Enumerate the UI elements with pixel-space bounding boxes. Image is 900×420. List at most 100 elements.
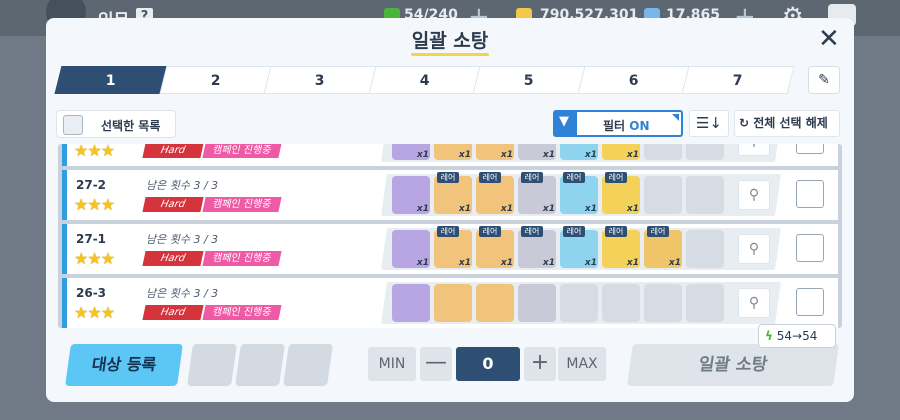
rare-badge: 레어 [437, 226, 459, 237]
selected-list-toggle[interactable]: 선택한 목록 [56, 110, 176, 138]
reward-item [476, 284, 514, 322]
max-button[interactable]: MAX [558, 347, 606, 381]
item-quantity: x1 [416, 258, 429, 268]
sort-icon[interactable]: ☰↓ [689, 110, 729, 137]
reward-item: x1 [560, 144, 598, 160]
row-checkbox[interactable] [796, 144, 824, 154]
empty-slot [644, 284, 682, 322]
difficulty-badge: Hard [142, 251, 204, 266]
target-slot[interactable] [283, 344, 333, 386]
empty-slot [644, 176, 682, 214]
row-accent [62, 144, 67, 166]
stage-id: 26-3 [76, 286, 107, 300]
stage-list[interactable]: 27-3남은 횟수 3 / 3★★★Hard캠페인 진행중⚲x1x1x1x1x1… [58, 144, 842, 328]
star-icon: ★★★ [74, 303, 115, 322]
item-quantity: x1 [542, 258, 555, 268]
reward-item [518, 284, 556, 322]
item-quantity: x1 [500, 150, 513, 160]
bulk-sweep-button[interactable]: 일괄 소탕 [627, 344, 839, 386]
item-quantity: x1 [416, 204, 429, 214]
stage-row[interactable]: 27-2 남은 횟수 3 / 3 ★★★ Hard 캠페인 진행중 ⚲ x1 레어 x1 레어 x1… [62, 170, 838, 220]
ap-cost: 54→54 [776, 329, 818, 343]
item-quantity: x1 [626, 150, 639, 160]
plus-button[interactable]: + [524, 347, 556, 381]
tab-5[interactable]: 5 [472, 66, 586, 94]
item-quantity: x1 [584, 258, 597, 268]
empty-slot [686, 230, 724, 268]
reward-item: 레어 x1 [560, 226, 598, 268]
search-icon[interactable]: ⚲ [738, 144, 770, 156]
close-icon[interactable]: ✕ [818, 24, 840, 54]
rare-badge: 레어 [563, 172, 585, 183]
row-checkbox[interactable] [796, 180, 824, 208]
stage-row[interactable]: 27-1 남은 횟수 3 / 3 ★★★ Hard 캠페인 진행중 ⚲ x1 레어 x1 레어 x1… [62, 224, 838, 274]
tab-2[interactable]: 2 [159, 66, 272, 94]
search-icon[interactable]: ⚲ [738, 234, 770, 264]
rare-badge: 레어 [521, 226, 543, 237]
reward-item: x1 [392, 230, 430, 268]
filter-state: ON [629, 119, 650, 133]
rare-badge: 레어 [605, 172, 627, 183]
stage-row[interactable]: 27-3남은 횟수 3 / 3★★★Hard캠페인 진행중⚲x1x1x1x1x1… [62, 144, 838, 166]
tab-7[interactable]: 7 [681, 66, 795, 94]
rare-badge: 레어 [479, 226, 501, 237]
stage-row[interactable]: 26-3 남은 횟수 3 / 3 ★★★ Hard 캠페인 진행중 ⚲ [62, 278, 838, 328]
register-target-button[interactable]: 대상 등록 [65, 344, 183, 386]
row-accent [62, 224, 67, 274]
checkbox-icon[interactable] [63, 115, 83, 135]
item-quantity: x1 [500, 258, 513, 268]
empty-slot [644, 144, 682, 160]
reward-item: 레어 x1 [560, 172, 598, 214]
target-slot[interactable] [235, 344, 285, 386]
row-accent [62, 278, 67, 328]
empty-slot [686, 144, 724, 160]
reward-item: x1 [392, 176, 430, 214]
status-badge: 캠페인 진행중 [202, 305, 282, 320]
min-button[interactable]: MIN [368, 347, 416, 381]
title-underline [411, 53, 489, 56]
dialog-title: 일괄 소탕 [411, 30, 489, 52]
target-slot[interactable] [187, 344, 237, 386]
star-icon: ★★★ [74, 195, 115, 214]
item-quantity: x1 [458, 150, 471, 160]
item-quantity: x1 [416, 150, 429, 160]
item-quantity: x1 [542, 150, 555, 160]
bulk-sweep-dialog: 일괄 소탕 ✕ 1 2 3 4 5 6 7 ✎ 선택한 목록 ▼ 필터 ON ☰… [46, 18, 854, 402]
difficulty-badge: Hard [142, 305, 204, 320]
minus-button[interactable]: — [420, 347, 452, 381]
star-icon: ★★★ [74, 144, 115, 160]
remaining-count: 남은 횟수 3 / 3 [146, 233, 219, 246]
tab-1[interactable]: 1 [54, 66, 168, 94]
rare-badge: 레어 [647, 226, 669, 237]
empty-slot [602, 284, 640, 322]
rare-badge: 레어 [605, 226, 627, 237]
bolt-icon: ϟ [765, 329, 773, 343]
reward-item: x1 [476, 144, 514, 160]
item-quantity: x1 [626, 258, 639, 268]
remaining-count: 남은 횟수 3 / 3 [146, 287, 219, 300]
tab-6[interactable]: 6 [577, 66, 690, 94]
reward-item: 레어 x1 [644, 226, 682, 268]
search-icon[interactable]: ⚲ [738, 288, 770, 318]
reward-item: 레어 x1 [434, 172, 472, 214]
row-accent [62, 170, 67, 220]
tab-4[interactable]: 4 [368, 66, 481, 94]
reward-item: 레어 x1 [602, 226, 640, 268]
item-quantity: x1 [542, 204, 555, 214]
deselect-all-button[interactable]: ↻ 전체 선택 해제 [734, 110, 840, 137]
stage-id: 27-2 [76, 178, 107, 192]
tab-3[interactable]: 3 [263, 66, 377, 94]
reward-item: x1 [434, 144, 472, 160]
filter-button[interactable]: ▼ 필터 ON [553, 110, 683, 137]
edit-icon[interactable]: ✎ [808, 66, 840, 94]
star-icon: ★★★ [74, 249, 115, 268]
funnel-icon: ▼ [559, 114, 569, 129]
sweep-count: 0 [456, 347, 520, 381]
empty-slot [686, 284, 724, 322]
search-icon[interactable]: ⚲ [738, 180, 770, 210]
remaining-count: 남은 횟수 3 / 3 [146, 179, 219, 192]
row-checkbox[interactable] [796, 234, 824, 262]
empty-slot [686, 176, 724, 214]
reward-item: x1 [392, 144, 430, 160]
row-checkbox[interactable] [796, 288, 824, 316]
